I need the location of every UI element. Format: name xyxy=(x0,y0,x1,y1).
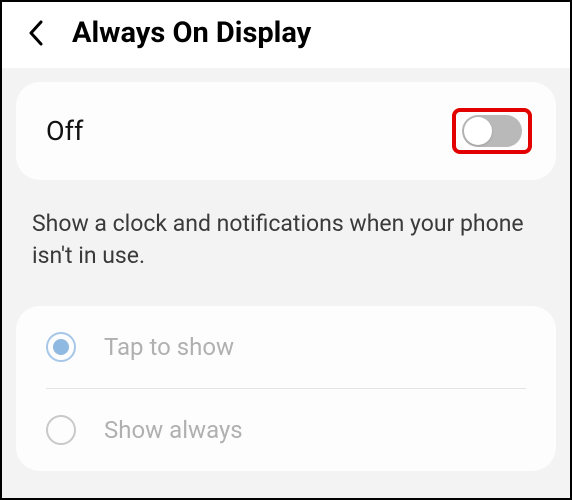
switch-thumb xyxy=(464,117,492,145)
radio-dot-icon xyxy=(53,339,69,355)
header-bar: Always On Display xyxy=(2,2,570,68)
highlight-annotation xyxy=(452,108,532,154)
option-label: Tap to show xyxy=(104,333,234,361)
option-show-always[interactable]: Show always xyxy=(46,389,526,471)
display-mode-options: Tap to show Show always xyxy=(16,306,556,471)
master-toggle-switch[interactable] xyxy=(462,115,522,147)
back-icon[interactable] xyxy=(22,19,50,47)
master-toggle-card: Off xyxy=(16,82,556,180)
page-title: Always On Display xyxy=(72,16,311,50)
option-label: Show always xyxy=(104,416,243,444)
feature-description: Show a clock and notifications when your… xyxy=(2,180,570,306)
option-tap-to-show[interactable]: Tap to show xyxy=(46,306,526,389)
toggle-state-label: Off xyxy=(46,115,83,147)
radio-icon xyxy=(46,415,76,445)
radio-icon xyxy=(46,332,76,362)
